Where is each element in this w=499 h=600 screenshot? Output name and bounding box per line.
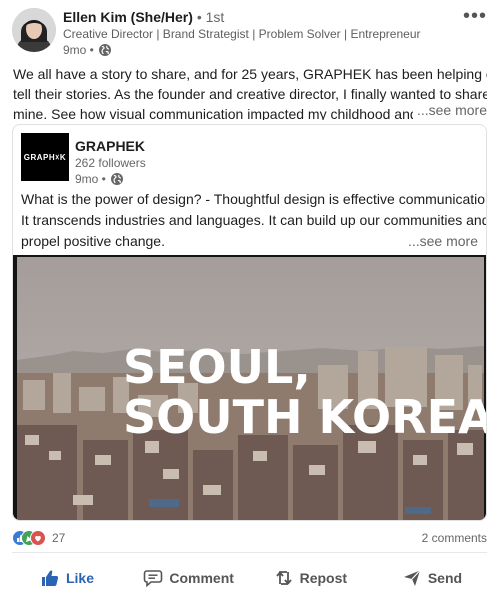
- reaction-icons[interactable]: [12, 530, 48, 546]
- video-title-line1: SEOUL,: [123, 340, 311, 394]
- globe-icon: [110, 172, 124, 186]
- comment-icon: [144, 570, 163, 588]
- connection-degree: • 1st: [196, 9, 225, 25]
- repost-label: Repost: [299, 570, 348, 586]
- video-thumbnail[interactable]: SEOUL, SOUTH KOREA: [13, 255, 487, 520]
- divider: [12, 552, 487, 553]
- see-more-link[interactable]: ...see more: [412, 100, 487, 120]
- shared-post-text-line: What is the power of design? - Thoughtfu…: [21, 191, 487, 207]
- author-name[interactable]: Ellen Kim (She/Her): [63, 9, 193, 25]
- company-name[interactable]: GRAPHEK: [75, 137, 146, 155]
- post-text-line: We all have a story to share, and for 25…: [13, 66, 487, 82]
- comment-label: Comment: [169, 570, 234, 586]
- shared-post-time: 9mo •: [75, 172, 106, 186]
- more-options-button[interactable]: •••: [463, 6, 487, 26]
- shared-see-more-link[interactable]: ...see more: [408, 231, 478, 252]
- like-label: Like: [65, 570, 94, 586]
- company-logo-text: GRAPH☓K: [23, 152, 67, 162]
- thumbs-up-icon: [41, 570, 59, 586]
- send-icon: [403, 570, 421, 586]
- company-logo[interactable]: GRAPH☓K: [21, 133, 69, 181]
- repost-icon: [275, 571, 292, 585]
- comment-button[interactable]: Comment: [134, 560, 244, 596]
- like-button[interactable]: Like: [12, 560, 122, 596]
- send-button[interactable]: Send: [377, 560, 487, 596]
- repost-button[interactable]: Repost: [255, 560, 365, 596]
- comments-count[interactable]: 2 comments: [422, 531, 487, 545]
- reaction-count[interactable]: 27: [52, 531, 65, 545]
- post-time: 9mo •: [63, 43, 94, 57]
- action-bar: Like Comment Repost Send: [12, 560, 487, 596]
- shared-post-card[interactable]: GRAPH☓K GRAPHEK 262 followers 9mo • What…: [12, 124, 487, 521]
- post-author-header: Ellen Kim (She/Her) • 1st Creative Direc…: [12, 6, 487, 58]
- video-title-line2: SOUTH KOREA: [123, 390, 487, 444]
- author-avatar[interactable]: [12, 8, 56, 52]
- shared-post-text-line: It transcends industries and languages. …: [21, 212, 487, 228]
- post-text: We all have a story to share, and for 25…: [13, 64, 487, 120]
- company-followers: 262 followers: [75, 156, 146, 170]
- social-counts: 27 2 comments: [12, 528, 487, 548]
- author-headline: Creative Director | Brand Strategist | P…: [63, 27, 421, 41]
- send-label: Send: [427, 570, 463, 586]
- globe-icon: [98, 43, 112, 57]
